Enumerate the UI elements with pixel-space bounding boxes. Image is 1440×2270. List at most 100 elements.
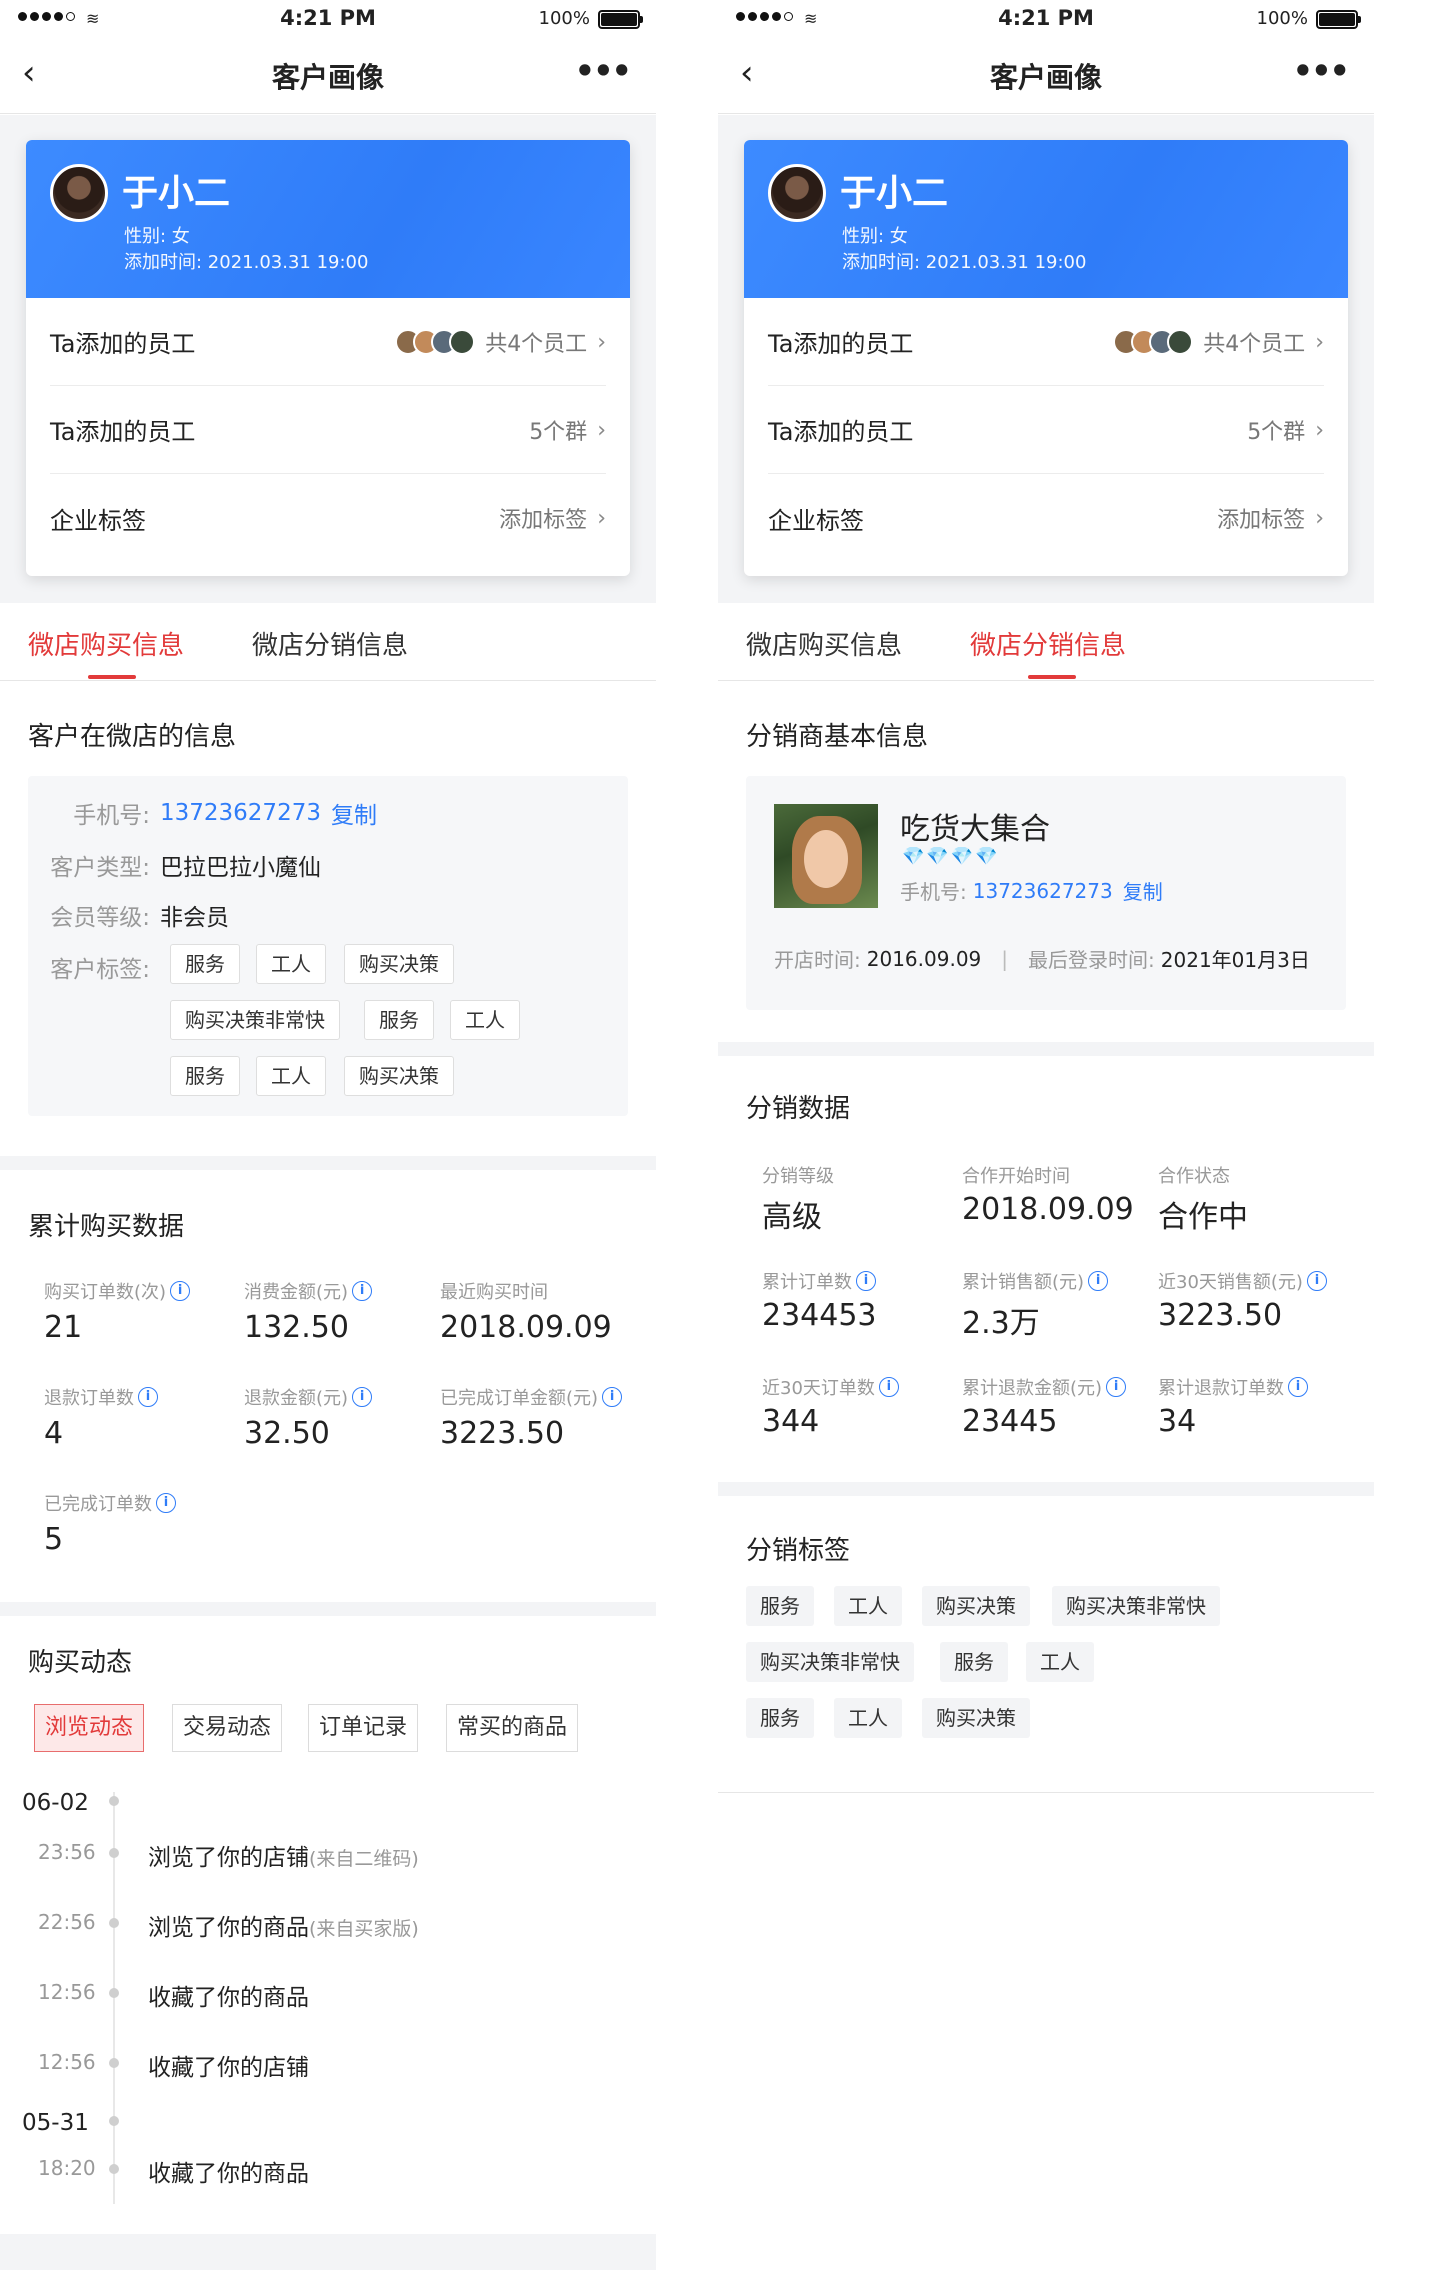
customer-card: 于小二 性别: 女 添加时间: 2021.03.31 19:00 Ta添加的员工… xyxy=(744,140,1348,576)
row-value: 添加标签 xyxy=(1217,508,1306,533)
status-bar: ≋ 4:21 PM 100% xyxy=(718,0,1374,38)
customer-tag: 服务 xyxy=(170,944,240,984)
stat-label: 已完成订单数 i xyxy=(44,1490,176,1516)
row-groups[interactable]: Ta添加的员工 5个群 › xyxy=(50,386,606,474)
info-icon[interactable]: i xyxy=(1288,1377,1308,1397)
open-date: 2016.09.09 xyxy=(866,946,982,971)
info-icon[interactable]: i xyxy=(1306,1271,1327,1291)
row-company-tags[interactable]: 企业标签 添加标签 › xyxy=(50,474,606,562)
stat-label-text: 累计订单数 xyxy=(762,1272,852,1293)
copy-button[interactable]: 复制 xyxy=(1123,876,1163,905)
info-icon[interactable]: i xyxy=(156,1493,176,1513)
stat-label-text: 消费金额(元) xyxy=(244,1282,349,1303)
tab-buy-info[interactable]: 微店购买信息 xyxy=(28,625,184,662)
info-icon[interactable]: i xyxy=(352,1281,373,1301)
chevron-right-icon: › xyxy=(597,505,606,531)
battery-percent: 100% xyxy=(538,8,590,29)
store-name: 吃货大集合 xyxy=(900,812,1050,847)
stat-value: 344 xyxy=(762,1404,820,1439)
timeline-dot xyxy=(109,1796,119,1806)
stat-value: 2018.09.09 xyxy=(962,1192,1134,1227)
row-company-tags[interactable]: 企业标签 添加标签 › xyxy=(768,474,1324,562)
page-title: 客户画像 xyxy=(989,61,1102,94)
row-value: 5个群 xyxy=(1247,420,1306,445)
stat-label-text: 已完成订单金额(元) xyxy=(440,1388,599,1409)
info-icon[interactable]: i xyxy=(1088,1271,1109,1291)
tab-buy-info[interactable]: 微店购买信息 xyxy=(746,625,902,662)
customer-tag: 购买决策非常快 xyxy=(170,1000,340,1040)
stat-label-text: 累计退款金额(元) xyxy=(962,1378,1103,1399)
tab-bar: 微店购买信息 微店分销信息 xyxy=(0,603,656,681)
customer-added-time: 添加时间: 2021.03.31 19:00 xyxy=(124,252,369,273)
info-icon[interactable]: i xyxy=(1106,1377,1127,1397)
stat-label-text: 合作状态 xyxy=(1158,1166,1230,1187)
tags-row: 客户标签: xyxy=(48,950,150,984)
stat-value: 132.50 xyxy=(244,1310,349,1345)
divider xyxy=(718,1792,1374,1793)
nav-bar: ‹ 客户画像 ••• xyxy=(0,38,656,114)
battery-percent: 100% xyxy=(1256,8,1308,29)
info-icon[interactable]: i xyxy=(878,1377,899,1397)
more-icon[interactable]: ••• xyxy=(1293,52,1350,90)
info-icon[interactable]: i xyxy=(352,1387,373,1407)
row-groups[interactable]: Ta添加的员工 5个群 › xyxy=(768,386,1324,474)
customer-sex: 性别: 女 xyxy=(842,226,908,247)
timeline-event: 收藏了你的商品 xyxy=(148,2154,309,2188)
phone-screen-dist-info: ≋ 4:21 PM 100% ‹ 客户画像 ••• 于小二 性别: 女 添加时间… xyxy=(718,0,1374,2270)
stat-label: 累计退款订单数 i xyxy=(1158,1374,1308,1400)
customer-tag: 购买决策 xyxy=(344,1056,454,1096)
diamond-level-icon: 💎💎💎💎 xyxy=(902,846,1000,867)
stat-label-text: 已完成订单数 xyxy=(44,1494,152,1515)
row-staff[interactable]: Ta添加的员工 共4个员工 › xyxy=(50,298,606,386)
filter-frequent-button[interactable]: 常买的商品 xyxy=(446,1704,579,1752)
filter-orders-button[interactable]: 订单记录 xyxy=(308,1704,419,1752)
timeline-event-text: 收藏了你的店铺 xyxy=(148,2055,309,2081)
info-icon[interactable]: i xyxy=(856,1271,876,1291)
stat-value: 23445 xyxy=(962,1404,1058,1439)
stat-label: 消费金额(元) i xyxy=(244,1278,373,1304)
avatar xyxy=(1167,329,1194,355)
info-icon[interactable]: i xyxy=(138,1387,158,1407)
stat-label: 近30天销售额(元) i xyxy=(1158,1268,1327,1294)
customer-header: 于小二 性别: 女 添加时间: 2021.03.31 19:00 xyxy=(26,140,630,298)
last-login-label: 最后登录时间: xyxy=(1028,948,1155,972)
customer-tag: 购买决策 xyxy=(344,944,454,984)
row-label: Ta添加的员工 xyxy=(50,330,196,358)
stat-label: 累计订单数 i xyxy=(762,1268,876,1294)
row-label: 企业标签 xyxy=(768,506,864,535)
section-title: 客户在微店的信息 xyxy=(28,722,237,752)
tab-dist-info[interactable]: 微店分销信息 xyxy=(252,625,408,662)
stat-value: 2.3万 xyxy=(962,1306,1040,1341)
stat-label: 合作开始时间 xyxy=(962,1162,1070,1188)
timeline-dot xyxy=(109,2164,119,2174)
phone-number[interactable]: 13723627273 xyxy=(160,800,321,826)
timeline-event-source: (来自买家版) xyxy=(309,1918,419,1940)
level-row: 会员等级: 非会员 xyxy=(48,898,229,932)
filter-browse-button[interactable]: 浏览动态 xyxy=(34,1704,145,1752)
level-label: 会员等级: xyxy=(50,905,150,931)
row-value-wrap: 5个群 › xyxy=(529,386,606,474)
filter-trade-button[interactable]: 交易动态 xyxy=(172,1704,283,1752)
customer-tag: 服务 xyxy=(364,1000,434,1040)
stat-label: 购买订单数(次) i xyxy=(44,1278,191,1304)
info-icon[interactable]: i xyxy=(602,1387,623,1407)
divider xyxy=(0,1602,656,1616)
phone-number[interactable]: 13723627273 xyxy=(973,879,1113,903)
dist-tag: 工人 xyxy=(1026,1642,1094,1682)
timeline-dot xyxy=(109,1848,119,1858)
timeline-time: 12:56 xyxy=(38,1980,96,2004)
row-label: Ta添加的员工 xyxy=(768,330,914,358)
tab-dist-info[interactable]: 微店分销信息 xyxy=(970,625,1126,662)
stat-value: 2018.09.09 xyxy=(440,1310,612,1345)
info-icon[interactable]: i xyxy=(170,1281,191,1301)
customer-added-time: 添加时间: 2021.03.31 19:00 xyxy=(842,252,1087,273)
dist-tag: 工人 xyxy=(834,1586,902,1626)
row-staff[interactable]: Ta添加的员工 共4个员工 › xyxy=(768,298,1324,386)
row-value: 5个群 xyxy=(529,420,588,445)
timeline-event-text: 收藏了你的商品 xyxy=(148,2161,309,2187)
more-icon[interactable]: ••• xyxy=(575,52,632,90)
stat-label: 合作状态 xyxy=(1158,1162,1230,1188)
copy-button[interactable]: 复制 xyxy=(331,796,377,830)
stat-label: 退款金额(元) i xyxy=(244,1384,373,1410)
timeline-date: 05-31 xyxy=(22,2110,89,2136)
